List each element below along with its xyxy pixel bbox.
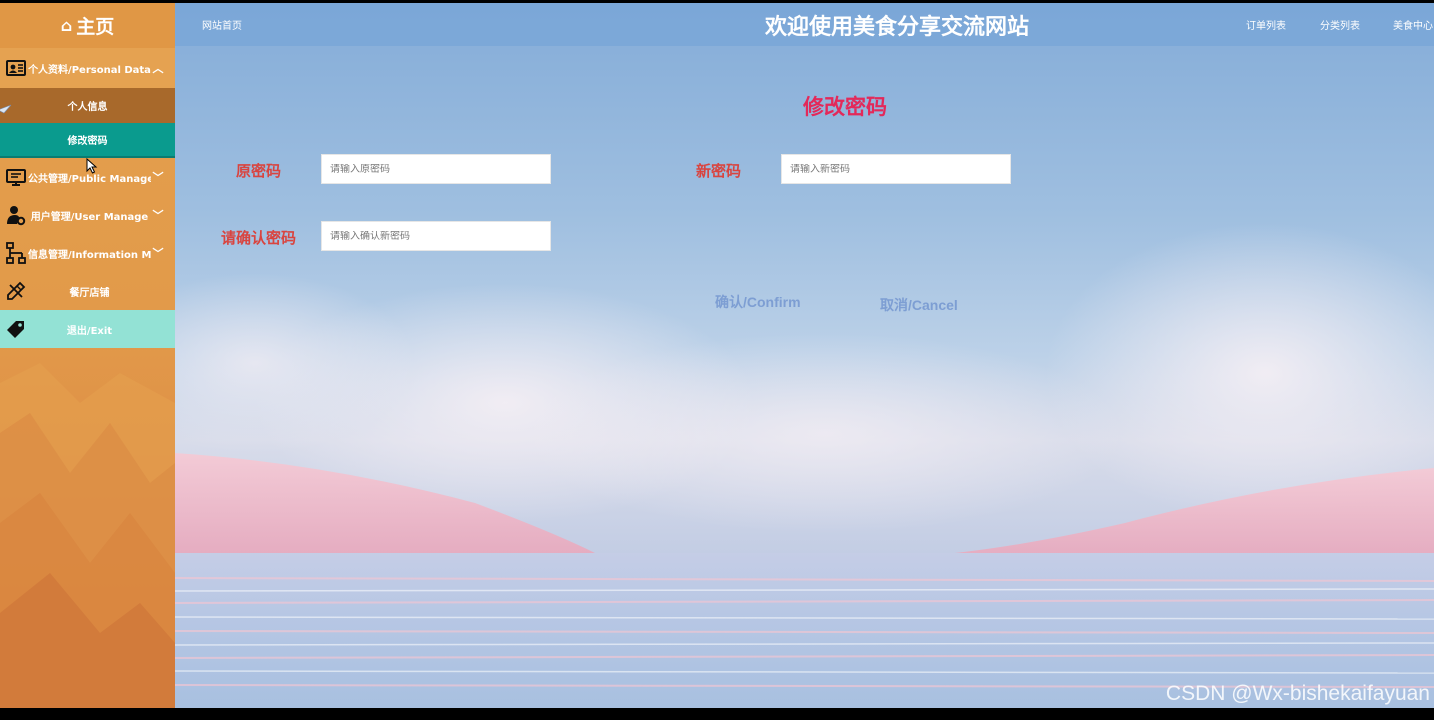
- submenu-personal-info[interactable]: 个人信息: [0, 88, 175, 123]
- sidebar-item-exit[interactable]: 退出/Exit: [0, 310, 175, 348]
- sidebar-item-label: 个人资料/Personal Data: [28, 64, 151, 76]
- new-password-input[interactable]: [790, 163, 1002, 175]
- chevron-down-icon: ﹀: [152, 247, 164, 260]
- home-icon: ⌂: [60, 16, 73, 35]
- sidebar-item-user-manage[interactable]: 用户管理/User Manage ﹀: [0, 196, 175, 234]
- hierarchy-icon: [6, 242, 26, 264]
- main-content: 网站首页 欢迎使用美食分享交流网站 订单列表 分类列表 美食中心 修改密码 原密…: [175, 3, 1434, 708]
- nav-link-home[interactable]: 网站首页: [202, 17, 242, 32]
- new-password-field-wrapper: [781, 154, 1011, 184]
- confirm-button[interactable]: 确认/Confirm: [715, 292, 801, 312]
- mouse-cursor-icon: [86, 158, 98, 174]
- submenu-label: 修改密码: [67, 136, 108, 147]
- submenu-label: 个人信息: [67, 102, 108, 113]
- sidebar-home[interactable]: ⌂ 主页: [0, 3, 175, 48]
- sidebar-item-label: 餐厅店铺: [69, 287, 110, 299]
- sidebar: ⌂ 主页 个人资料/Personal Data ︿ 个人信息 修改密码 公共管理…: [0, 3, 175, 708]
- nav-link-order-list[interactable]: 订单列表: [1246, 17, 1286, 32]
- old-password-input[interactable]: [330, 163, 542, 175]
- nav-link-food-center[interactable]: 美食中心: [1393, 17, 1433, 32]
- sidebar-item-information-manage[interactable]: 信息管理/Information Manage ﹀: [0, 234, 175, 272]
- confirm-password-input[interactable]: [330, 230, 542, 242]
- user-gear-icon: [7, 206, 26, 226]
- old-password-field-wrapper: [321, 154, 551, 184]
- sidebar-item-restaurant[interactable]: 餐厅店铺: [0, 272, 175, 310]
- sidebar-item-label: 退出/Exit: [66, 325, 113, 337]
- new-password-label: 新密码: [696, 162, 742, 180]
- sidebar-item-label: 用户管理/User Manage: [30, 211, 149, 223]
- nav-link-category-list[interactable]: 分类列表: [1320, 17, 1360, 32]
- sidebar-home-label: 主页: [76, 16, 115, 38]
- chevron-up-icon: ︿: [152, 62, 164, 75]
- page-title: 修改密码: [803, 95, 887, 119]
- tag-icon: [7, 321, 24, 338]
- arrow-pointer-icon: [0, 104, 12, 114]
- old-password-label: 原密码: [236, 162, 282, 180]
- confirm-password-field-wrapper: [321, 221, 551, 251]
- sidebar-mountain-decoration: [0, 363, 175, 708]
- sidebar-menu: 个人资料/Personal Data ︿ 个人信息 修改密码 公共管理/Publ…: [0, 48, 175, 348]
- monitor-icon: [6, 169, 26, 186]
- pencil-ruler-icon: [7, 281, 26, 300]
- confirm-password-label: 请确认密码: [221, 229, 297, 247]
- submenu-change-password[interactable]: 修改密码: [0, 123, 175, 158]
- watermark: CSDN @Wx-bishekaifayuan: [1165, 682, 1430, 705]
- cancel-button[interactable]: 取消/Cancel: [880, 295, 958, 315]
- sidebar-item-label: 信息管理/Information Manage: [28, 249, 151, 261]
- chevron-down-icon: ﹀: [152, 209, 164, 222]
- sidebar-item-personal-data[interactable]: 个人资料/Personal Data ︿: [0, 48, 175, 88]
- chevron-down-icon: ﹀: [152, 171, 164, 184]
- profile-card-icon: [6, 60, 26, 76]
- site-title: 欢迎使用美食分享交流网站: [765, 15, 1030, 40]
- top-navbar: 网站首页 欢迎使用美食分享交流网站 订单列表 分类列表 美食中心: [175, 3, 1434, 46]
